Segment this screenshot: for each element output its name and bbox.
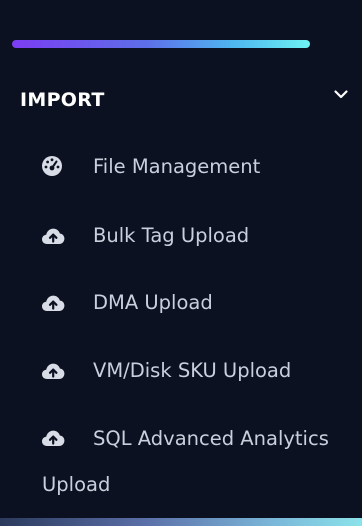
menu-item-sql-advanced-analytics-upload[interactable]: SQL Advanced Analytics Upload: [0, 416, 362, 508]
cloud-upload-icon: [42, 228, 65, 244]
menu-item-vm-disk-sku-upload[interactable]: VM/Disk SKU Upload: [0, 354, 362, 388]
import-section-header[interactable]: IMPORT: [0, 80, 362, 120]
bottom-accent-bar: [0, 518, 362, 526]
section-title: IMPORT: [20, 89, 105, 111]
menu-item-label: SQL Advanced Analytics Upload: [42, 427, 329, 496]
dashboard-gauge-icon: [42, 156, 62, 176]
cloud-upload-icon: [42, 295, 65, 311]
menu-item-file-management[interactable]: File Management: [0, 150, 362, 184]
cloud-upload-icon: [42, 363, 65, 379]
chevron-down-icon[interactable]: [333, 86, 349, 102]
menu-item-dma-upload[interactable]: DMA Upload: [0, 286, 362, 320]
menu-item-label: DMA Upload: [93, 291, 213, 314]
menu-item-bulk-tag-upload[interactable]: Bulk Tag Upload: [0, 219, 362, 253]
menu-item-label: VM/Disk SKU Upload: [93, 359, 292, 382]
top-accent-bar: [12, 40, 310, 48]
menu-item-label: Bulk Tag Upload: [93, 224, 250, 247]
menu-item-label: File Management: [93, 155, 261, 178]
